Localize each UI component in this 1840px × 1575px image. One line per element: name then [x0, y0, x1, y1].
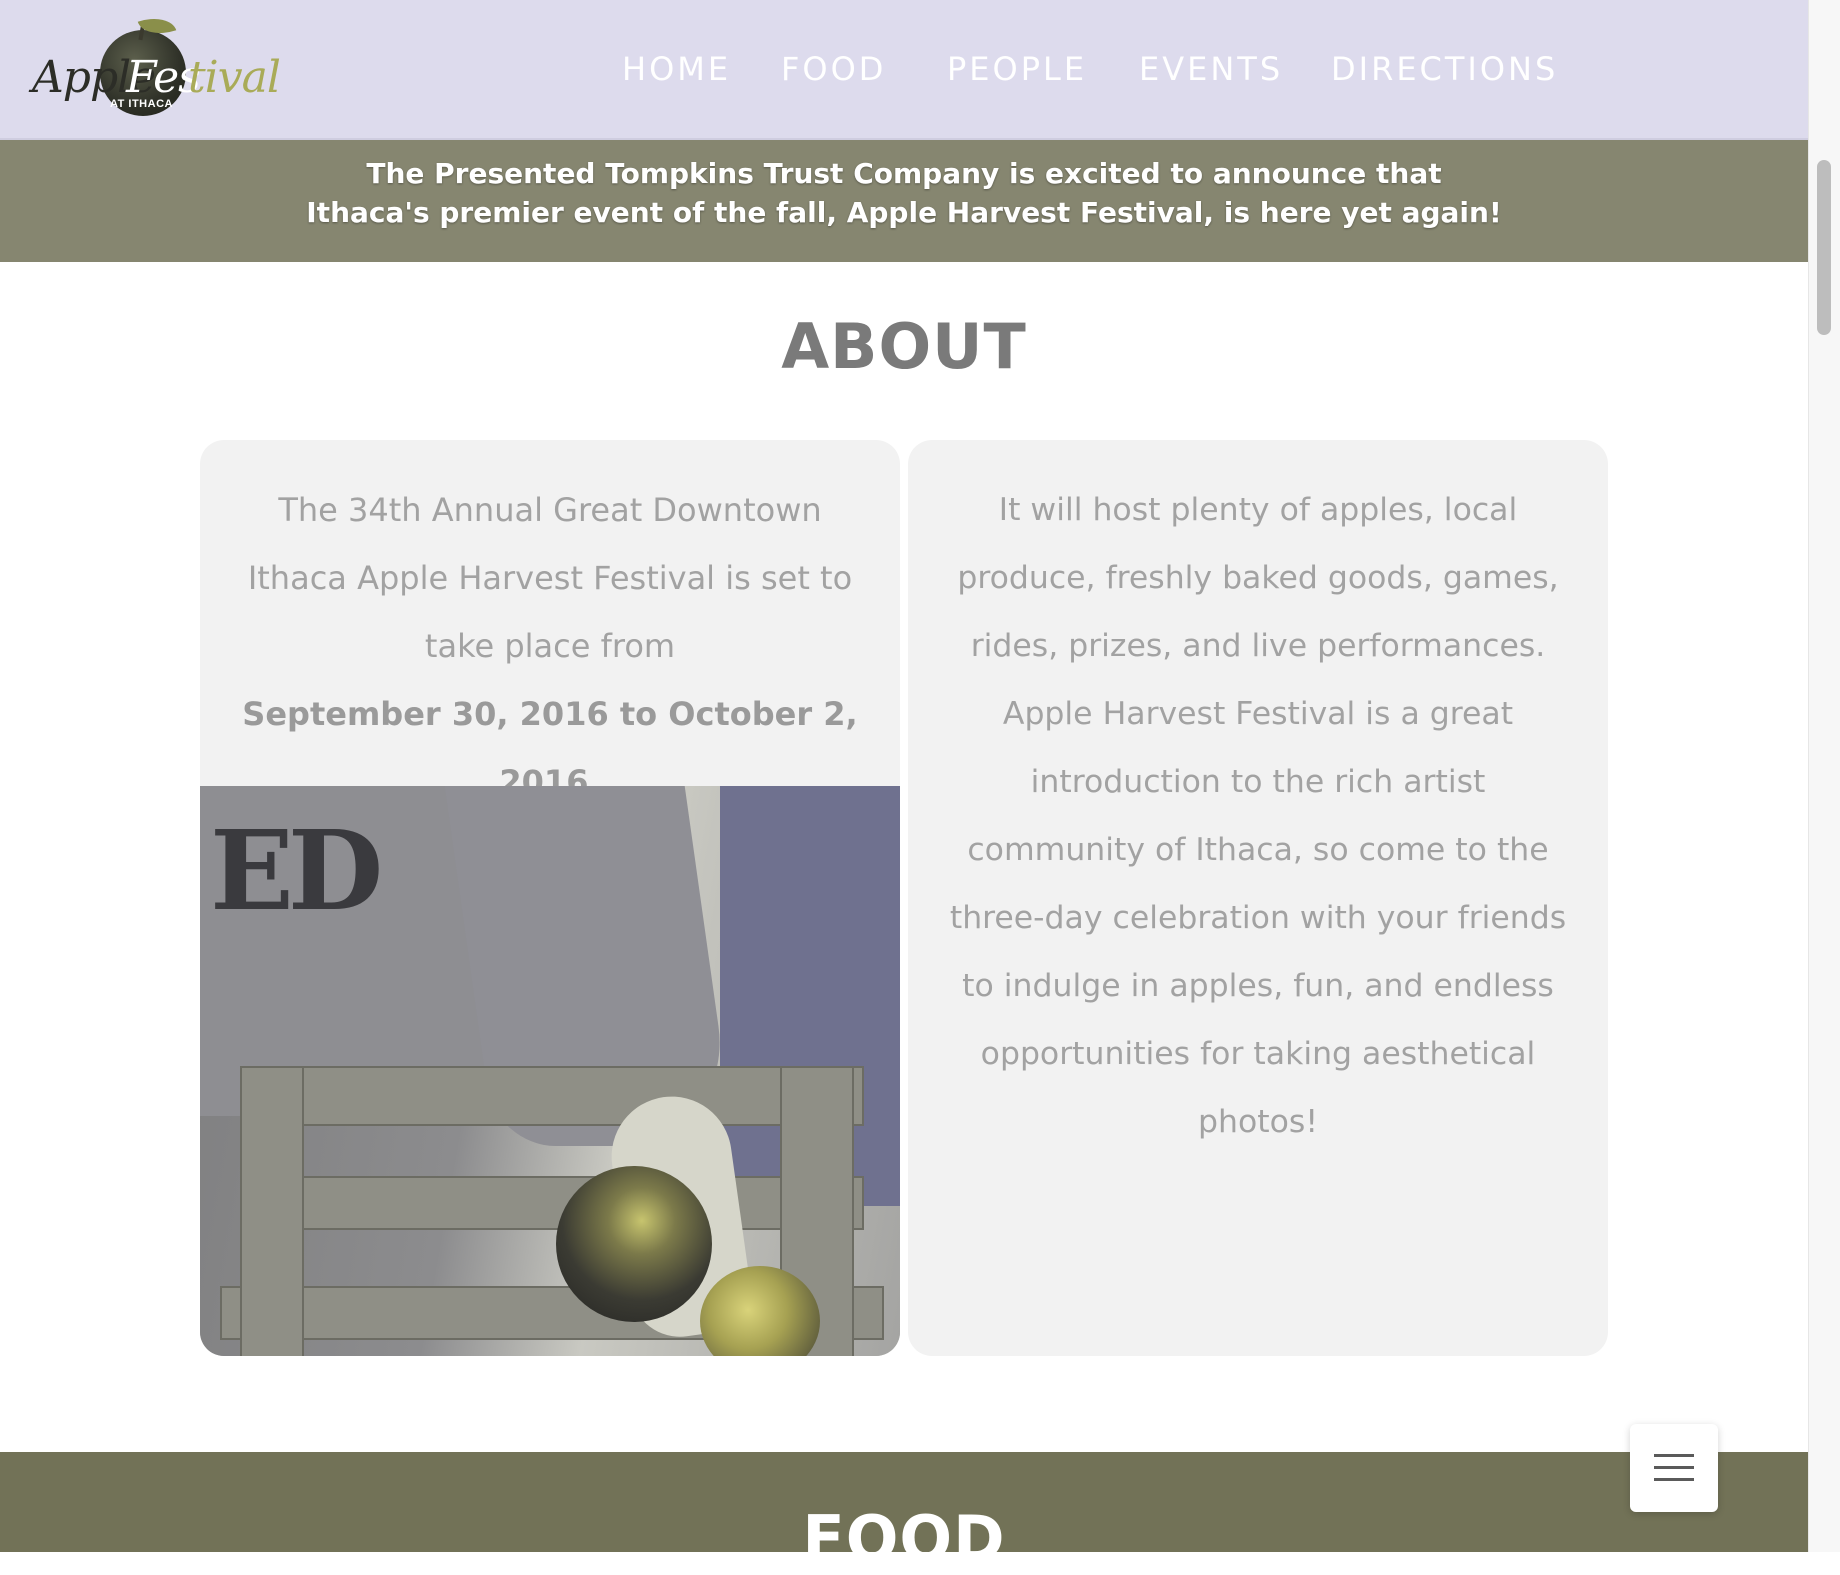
nav-home[interactable]: HOME	[622, 50, 731, 88]
food-heading: FOOD	[802, 1502, 1006, 1575]
about-heading: ABOUT	[781, 310, 1027, 383]
scrollbar-thumb[interactable]	[1817, 160, 1831, 335]
announcement-line-1: The Presented Tompkins Trust Company is …	[366, 157, 1442, 190]
announcement-text: The Presented Tompkins Trust Company is …	[0, 154, 1808, 232]
logo-word-tival: tival	[188, 52, 281, 103]
crate-middle-slat	[240, 1176, 864, 1230]
about-card-left: The 34th Annual Great Downtown Ithaca Ap…	[200, 440, 900, 1356]
nav-events[interactable]: EVENTS	[1139, 50, 1283, 88]
sweatshirt-lettering: ED	[210, 806, 383, 935]
announcement-line-2: Ithaca's premier event of the fall, Appl…	[306, 196, 1502, 229]
about-description-text: It will host plenty of apples, local pro…	[949, 492, 1567, 1140]
about-card-right: It will host plenty of apples, local pro…	[908, 440, 1608, 1356]
apple-festival-logo[interactable]: Apple Fes tival AT ITHACA	[28, 11, 281, 124]
nav-directions[interactable]: DIRECTIONS	[1331, 50, 1558, 88]
held-apple	[556, 1166, 712, 1322]
nav-people[interactable]: PEOPLE	[947, 50, 1087, 88]
crate-left-post	[240, 1066, 304, 1356]
food-section: FOOD	[0, 1452, 1808, 1575]
announcement-banner: The Presented Tompkins Trust Company is …	[0, 140, 1808, 262]
page-scrollbar[interactable]	[1808, 0, 1840, 1552]
hamburger-menu-button[interactable]	[1630, 1424, 1718, 1512]
nav-food[interactable]: FOOD	[781, 50, 886, 88]
crate-top-slat	[240, 1066, 864, 1126]
apple-crate-photo: ED	[200, 786, 900, 1356]
logo-subtitle: AT ITHACA	[110, 98, 173, 110]
about-intro-text: The 34th Annual Great Downtown Ithaca Ap…	[247, 491, 853, 665]
site-header: Apple Fes tival AT ITHACA HOME FOOD PEOP…	[0, 0, 1808, 140]
